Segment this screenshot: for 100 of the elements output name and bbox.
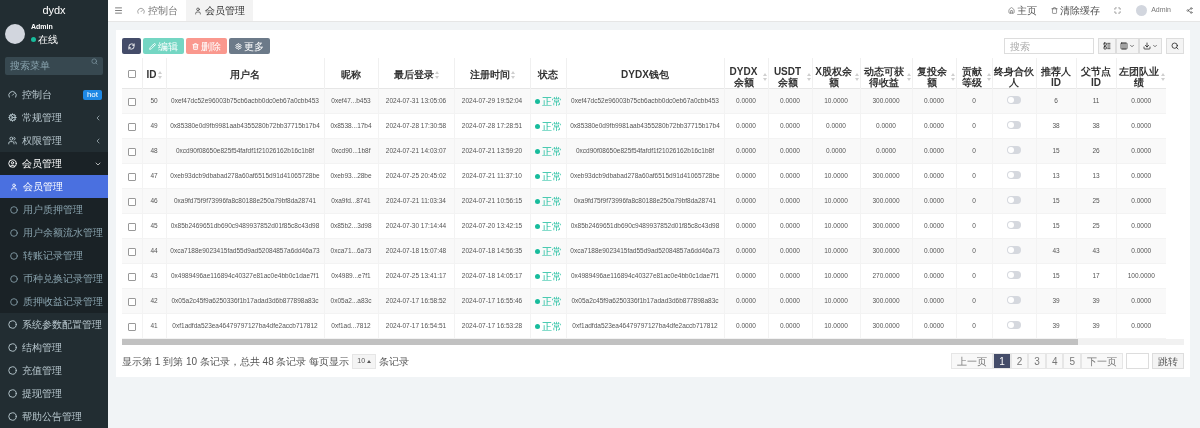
page-link[interactable]: 上一页 — [951, 353, 994, 369]
sidebar-subitem[interactable]: 转账记录管理 — [0, 244, 108, 267]
trash-icon — [1051, 7, 1059, 14]
chevron-left-icon — [94, 136, 102, 145]
sidebar-subitem[interactable]: 用户余额流水管理 — [0, 221, 108, 244]
checkbox[interactable] — [127, 148, 136, 156]
column-header[interactable]: 动态可获得收益 — [861, 66, 911, 88]
sidebar-subitem[interactable]: 用户质押管理 — [0, 198, 108, 221]
sidebar-item[interactable]: 系统参数配置管理 — [0, 313, 108, 336]
toggle-switch[interactable] — [1007, 296, 1021, 305]
sidebar-item[interactable]: 帮助公告管理 — [0, 405, 108, 428]
sidebar-subitem[interactable]: 质押收益记录管理 — [0, 290, 108, 313]
refresh-button[interactable] — [122, 38, 141, 54]
checkbox[interactable] — [127, 123, 136, 131]
export-button[interactable] — [1139, 38, 1162, 54]
checkbox[interactable] — [127, 273, 136, 281]
page-link[interactable]: 5 — [1063, 353, 1081, 369]
fullscreen-icon — [1114, 7, 1122, 14]
circle-icon — [8, 366, 17, 375]
column-header[interactable]: 最后登录 — [393, 69, 439, 80]
search-icon — [91, 57, 98, 65]
columns-button[interactable] — [1116, 38, 1139, 54]
toggle-switch[interactable] — [1007, 246, 1021, 255]
page-link[interactable]: 1 — [993, 353, 1011, 369]
checkbox[interactable] — [127, 298, 136, 306]
search-field[interactable]: 搜索 — [1004, 38, 1094, 54]
hot-badge: hot — [82, 89, 102, 100]
horizontal-scrollbar[interactable] — [122, 339, 1184, 345]
sidebar-item[interactable]: 常规管理 — [0, 106, 108, 129]
sidebar-item[interactable]: 权限管理 — [0, 129, 108, 152]
column-header[interactable]: 贡献等级 — [957, 66, 991, 88]
caret-icon — [367, 359, 372, 363]
checkbox[interactable] — [127, 70, 136, 78]
column-header[interactable]: ID — [146, 69, 162, 80]
toggle-switch[interactable] — [1007, 321, 1021, 330]
sidebar-subitem[interactable]: 币种兑换记录管理 — [0, 267, 108, 290]
column-header[interactable]: DYDX余额 — [725, 66, 767, 88]
sort-icon — [1161, 73, 1165, 81]
toggle-switch[interactable] — [1007, 146, 1021, 155]
toggle-view-button[interactable] — [1098, 38, 1116, 54]
toggle-switch[interactable] — [1007, 96, 1021, 105]
sort-icon — [806, 73, 811, 81]
toggle-switch[interactable] — [1007, 221, 1021, 230]
sidebar-item[interactable]: 控制台 hot — [0, 83, 108, 106]
search-button[interactable] — [1166, 38, 1184, 54]
circle-icon — [10, 228, 18, 237]
checkbox[interactable] — [127, 248, 136, 256]
column-header: 昵称 — [341, 69, 361, 80]
menu-icon[interactable] — [114, 6, 123, 15]
column-header[interactable]: 注册时间 — [469, 69, 515, 80]
circle-icon — [8, 389, 17, 398]
list-icon — [1103, 42, 1111, 50]
jump-button[interactable]: 跳转 — [1152, 353, 1184, 369]
column-header[interactable]: 左团队业绩 — [1117, 66, 1165, 88]
toggle-switch[interactable] — [1007, 121, 1021, 130]
column-header[interactable]: 复投余额 — [913, 66, 955, 88]
user-status: 在线 — [38, 33, 58, 48]
menu-search-field[interactable]: 搜索菜单 — [5, 56, 103, 75]
checkbox[interactable] — [127, 98, 136, 106]
checkbox[interactable] — [127, 173, 136, 181]
page-jump-field[interactable] — [1126, 353, 1149, 369]
users-icon — [8, 136, 17, 145]
sort-icon — [950, 73, 955, 81]
column-header[interactable]: USDT余额 — [769, 66, 811, 88]
checkbox[interactable] — [127, 223, 136, 231]
nav-tab[interactable]: 控制台 — [129, 0, 186, 21]
sidebar-subitem[interactable]: 会员管理 — [0, 175, 108, 198]
pencil-icon — [149, 42, 156, 50]
sidebar-item[interactable]: 提现管理 — [0, 382, 108, 405]
user-icon — [10, 182, 18, 191]
circle-icon — [8, 320, 17, 329]
toggle-switch[interactable] — [1007, 196, 1021, 205]
toggle-switch[interactable] — [1007, 171, 1021, 180]
sort-icon — [434, 70, 439, 79]
sidebar-item[interactable]: 充值管理 — [0, 359, 108, 382]
circle-icon — [8, 412, 17, 421]
gear-icon — [235, 42, 242, 50]
header-link[interactable]: 清除缓存 — [1051, 3, 1101, 18]
sidebar-item[interactable]: 结构管理 — [0, 336, 108, 359]
circle-icon — [10, 205, 18, 214]
page-link[interactable]: 下一页 — [1081, 353, 1123, 369]
download-icon — [1143, 42, 1151, 50]
status-text: 正常 — [541, 119, 562, 134]
column-header: 状态 — [538, 69, 558, 80]
checkbox[interactable] — [127, 198, 136, 206]
fullscreen-button[interactable] — [1114, 7, 1122, 14]
share-button[interactable] — [1186, 7, 1193, 14]
checkbox[interactable] — [127, 323, 136, 331]
more-button[interactable]: 更多 — [229, 38, 270, 54]
caret-icon — [1129, 43, 1135, 49]
page-link[interactable]: 3 — [1028, 353, 1046, 369]
status-text: 正常 — [541, 319, 562, 334]
header-link[interactable]: 主页 — [1008, 3, 1038, 18]
circle-icon — [10, 297, 18, 306]
user-icon — [194, 6, 202, 15]
toggle-switch[interactable] — [1007, 271, 1021, 280]
nav-tab[interactable]: 会员管理 — [186, 0, 253, 21]
page-size-suffix: 条记录 — [379, 354, 410, 369]
avatar — [1136, 5, 1148, 16]
column-header[interactable]: X股权余额 — [813, 66, 859, 88]
